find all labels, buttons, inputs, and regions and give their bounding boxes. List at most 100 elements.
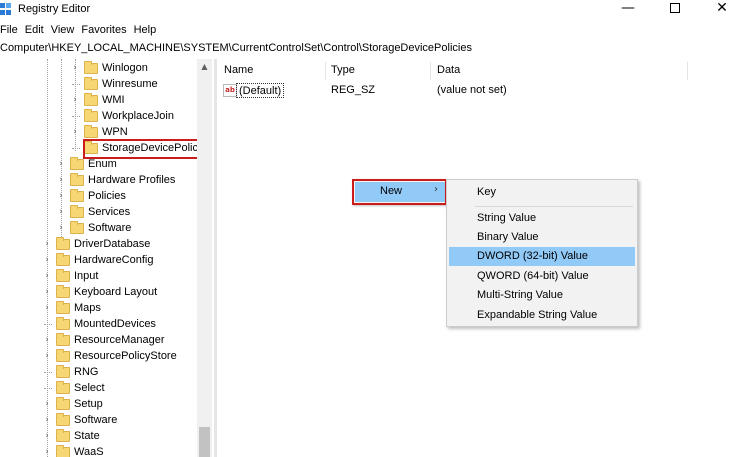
column-data[interactable]: Data <box>437 64 460 76</box>
chevron-right-icon[interactable]: › <box>70 60 80 76</box>
folder-icon <box>84 108 98 122</box>
tree-node-label: Hardware Profiles <box>88 174 176 186</box>
submenu-key[interactable]: Key <box>449 183 635 202</box>
folder-icon <box>84 124 98 138</box>
column-divider[interactable] <box>687 62 688 80</box>
chevron-right-icon[interactable]: › <box>56 156 66 172</box>
value-row[interactable]: ab (Default) REG_SZ (value not set) <box>218 82 688 99</box>
chevron-right-icon[interactable]: › <box>70 124 80 140</box>
chevron-right-icon[interactable]: › <box>42 332 52 348</box>
submenu-multi-string-value[interactable]: Multi-String Value <box>449 286 635 305</box>
value-type: REG_SZ <box>331 84 376 96</box>
scroll-thumb[interactable] <box>199 427 210 457</box>
tree-node-label: State <box>74 430 100 442</box>
tree-node-label: MountedDevices <box>74 318 156 330</box>
column-type[interactable]: Type <box>331 64 355 76</box>
chevron-right-icon[interactable]: › <box>42 252 52 268</box>
new-item-highlight-box <box>352 179 447 205</box>
submenu-qword-value-label: QWORD (64-bit) Value <box>477 270 589 282</box>
folder-icon <box>56 428 70 442</box>
tree-node[interactable]: › HardwareConfig <box>42 252 153 268</box>
folder-icon <box>70 156 84 170</box>
submenu-expandable-string-value-label: Expandable String Value <box>477 309 598 321</box>
chevron-right-icon[interactable]: › <box>42 412 52 428</box>
submenu-multi-string-value-label: Multi-String Value <box>477 289 563 301</box>
chevron-right-icon[interactable]: › <box>56 188 66 204</box>
tree-node[interactable]: › State <box>42 428 100 444</box>
chevron-right-icon[interactable]: › <box>42 236 52 252</box>
tree-node-label: Select <box>74 382 105 394</box>
tree-node[interactable]: Winresume <box>70 76 158 92</box>
tree-node-label: WPN <box>102 126 128 138</box>
tree-node-label: DriverDatabase <box>74 238 151 250</box>
submenu-dword-value-label: DWORD (32-bit) Value <box>477 250 589 262</box>
tree-connector <box>72 84 80 85</box>
maximize-button[interactable] <box>652 0 698 18</box>
tree-node[interactable]: › ResourcePolicyStore <box>42 348 177 364</box>
registry-tree: › Winlogon Winresume › WMI WorkplaceJoin › WPN S… <box>0 59 212 457</box>
submenu-dword-value[interactable]: DWORD (32-bit) Value <box>449 247 635 266</box>
address-bar[interactable]: Computer\HKEY_LOCAL_MACHINE\SYSTEM\Curre… <box>0 42 749 58</box>
tree-node[interactable]: › WMI <box>70 92 125 108</box>
tree-node[interactable]: › WPN <box>70 124 128 140</box>
value-data: (value not set) <box>437 84 507 96</box>
tree-node[interactable]: › WaaS <box>42 444 104 457</box>
tree-node[interactable]: › ResourceManager <box>42 332 165 348</box>
chevron-right-icon[interactable]: › <box>42 396 52 412</box>
submenu-expandable-string-value[interactable]: Expandable String Value <box>449 306 635 325</box>
tree-node[interactable]: WorkplaceJoin <box>70 108 174 124</box>
tree-node[interactable]: › DriverDatabase <box>42 236 150 252</box>
scroll-up-icon[interactable]: ▲ <box>197 59 212 74</box>
tree-node[interactable]: › Software <box>56 220 131 236</box>
tree-connector <box>72 116 80 117</box>
folder-icon <box>84 92 98 106</box>
submenu-qword-value[interactable]: QWORD (64-bit) Value <box>449 267 635 286</box>
folder-icon <box>84 60 98 74</box>
chevron-right-icon[interactable]: › <box>42 444 52 457</box>
tree-node[interactable]: › Hardware Profiles <box>56 172 175 188</box>
tree-node[interactable]: › Software <box>42 412 117 428</box>
column-name[interactable]: Name <box>224 64 253 76</box>
tree-node[interactable]: MountedDevices <box>42 316 156 332</box>
chevron-right-icon[interactable]: › <box>70 92 80 108</box>
tree-node[interactable]: › Winlogon <box>70 60 148 76</box>
selected-key-highlight-box <box>83 139 202 159</box>
tree-node[interactable]: › Setup <box>42 396 103 412</box>
chevron-right-icon[interactable]: › <box>56 220 66 236</box>
chevron-right-icon[interactable]: › <box>42 268 52 284</box>
tree-node[interactable]: › Policies <box>56 188 126 204</box>
chevron-right-icon[interactable]: › <box>42 300 52 316</box>
tree-node[interactable]: › Keyboard Layout <box>42 284 157 300</box>
chevron-right-icon[interactable]: › <box>42 428 52 444</box>
tree-node[interactable]: › Maps <box>42 300 101 316</box>
submenu-string-value[interactable]: String Value <box>449 209 635 228</box>
submenu-string-value-label: String Value <box>477 212 537 224</box>
maximize-icon <box>670 3 680 13</box>
menu-edit[interactable]: Edit <box>25 22 51 40</box>
column-divider[interactable] <box>430 62 431 80</box>
folder-icon <box>56 396 70 410</box>
tree-connector <box>44 388 52 389</box>
close-button[interactable]: ✕ <box>699 0 745 18</box>
minimize-button[interactable]: — <box>605 0 651 18</box>
chevron-right-icon[interactable]: › <box>42 284 52 300</box>
submenu-binary-value[interactable]: Binary Value <box>449 228 635 247</box>
menu-help[interactable]: Help <box>134 22 164 40</box>
chevron-right-icon[interactable]: › <box>56 204 66 220</box>
tree-node-label: WMI <box>102 94 125 106</box>
chevron-right-icon[interactable]: › <box>56 172 66 188</box>
tree-node-label: ResourceManager <box>74 334 165 346</box>
tree-node-label: Maps <box>74 302 101 314</box>
tree-node[interactable]: › Services <box>56 204 130 220</box>
menu-view[interactable]: View <box>51 22 82 40</box>
new-submenu: Key String Value Binary Value DWORD (32-… <box>446 179 638 327</box>
menu-favorites[interactable]: Favorites <box>81 22 133 40</box>
menu-file[interactable]: File <box>0 22 25 40</box>
tree-node-label: Software <box>74 414 118 426</box>
tree-node[interactable]: › Input <box>42 268 98 284</box>
tree-node-label: HardwareConfig <box>74 254 154 266</box>
tree-scrollbar[interactable]: ▲ <box>197 59 212 457</box>
chevron-right-icon[interactable]: › <box>42 348 52 364</box>
pane-splitter[interactable] <box>214 59 217 457</box>
column-divider[interactable] <box>325 62 326 80</box>
